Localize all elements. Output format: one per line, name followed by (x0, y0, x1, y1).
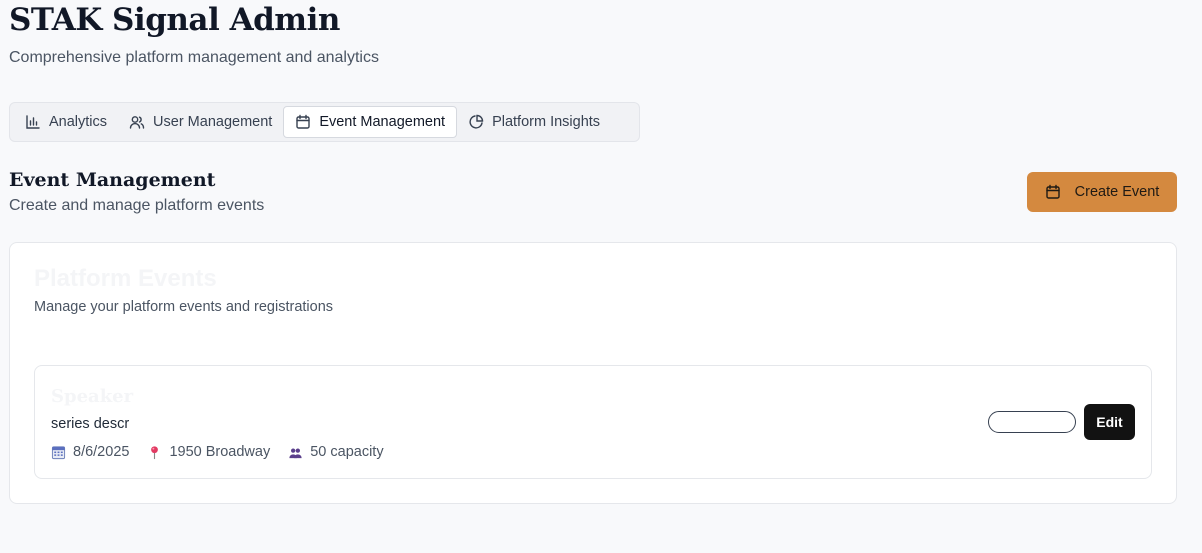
event-location: 1950 Broadway (147, 444, 270, 460)
event-description: series descr (51, 416, 130, 432)
calendar-icon (1045, 184, 1060, 199)
card-subtitle: Manage your platform events and registra… (34, 299, 334, 315)
event-title: Speaker (51, 386, 134, 407)
platform-events-card: Platform Events Manage your platform eve… (9, 242, 1177, 504)
calendar-icon (296, 114, 311, 129)
event-item: Speaker series descr 8/6/2025 1950 Broad… (34, 365, 1152, 479)
event-capacity-text: 50 capacity (310, 444, 384, 460)
pie-chart-icon (469, 114, 484, 129)
people-icon (289, 447, 302, 458)
event-capacity: 50 capacity (288, 444, 384, 460)
status-badge (988, 411, 1076, 433)
bar-chart-icon (26, 115, 40, 129)
admin-page: STAK Signal Admin Comprehensive platform… (0, 0, 1202, 553)
edit-button[interactable]: Edit (1084, 404, 1135, 440)
tab-platform-insights[interactable]: Platform Insights (457, 106, 611, 138)
page-title: STAK Signal Admin (9, 2, 340, 38)
section-title: Event Management (9, 169, 216, 191)
tab-event-management[interactable]: Event Management (283, 106, 458, 138)
tab-user-management[interactable]: User Management (118, 106, 283, 138)
calendar-emoji-icon (51, 445, 66, 459)
event-date: 8/6/2025 (51, 444, 129, 460)
tab-list: Analytics User Management Event Manageme… (9, 102, 640, 142)
page-subtitle: Comprehensive platform management and an… (9, 49, 379, 66)
tab-label: Event Management (319, 114, 446, 130)
event-date-text: 8/6/2025 (73, 444, 130, 460)
tab-label: Platform Insights (492, 114, 601, 130)
tab-label: Analytics (49, 114, 108, 130)
card-title: Platform Events (34, 265, 217, 292)
tab-analytics[interactable]: Analytics (14, 106, 118, 138)
section-subtitle: Create and manage platform events (9, 197, 265, 214)
users-icon (129, 116, 145, 129)
event-location-text: 1950 Broadway (169, 444, 271, 460)
create-event-button[interactable]: Create Event (1027, 172, 1177, 212)
create-event-label: Create Event (1074, 184, 1160, 200)
tab-label: User Management (153, 114, 273, 130)
pin-icon (151, 445, 159, 459)
event-meta: 8/6/2025 1950 Broadway 50 capacity (51, 444, 384, 460)
